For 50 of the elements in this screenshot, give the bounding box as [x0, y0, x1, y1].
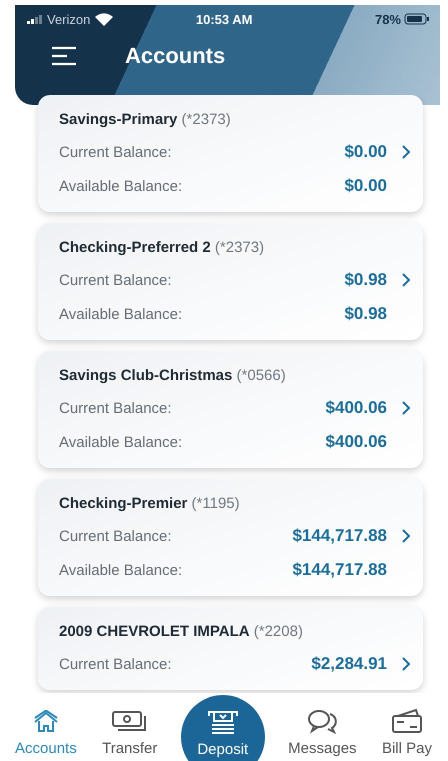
- chat-icon: [306, 708, 338, 734]
- status-time: 10:53 AM: [194, 12, 254, 26]
- account-name: Savings-Primary (*2373): [59, 111, 232, 128]
- credit-card-icon: [390, 708, 424, 734]
- balance-amount: $0.98: [344, 270, 387, 290]
- balance-label: Current Balance:: [59, 528, 173, 544]
- account-card[interactable]: Checking-Premier (*1195) Current Balance: $144,717.88 Available Balance: $144,717.88: [38, 479, 423, 596]
- balance-label: Current Balance:: [59, 272, 173, 288]
- balance-label: Available Balance:: [59, 306, 184, 322]
- account-name: Checking-Preferred 2 (*2373): [59, 239, 266, 256]
- account-card[interactable]: Checking-Preferred 2 (*2373) Current Balance: $0.98 Available Balance: $0.98: [38, 223, 423, 340]
- chevron-right-icon: [401, 144, 411, 160]
- balance-amount: $2,284.91: [311, 654, 387, 674]
- carrier-name: Verizon: [47, 12, 90, 26]
- chevron-right-icon: [401, 400, 411, 416]
- account-card[interactable]: Savings Club-Christmas (*0566) Current Balance: $400.06 Available Balance: $400.06: [38, 351, 423, 468]
- balance-amount: $400.06: [326, 432, 387, 452]
- tab-bar-item[interactable]: Accounts: [13, 710, 79, 757]
- page-title: Accounts: [125, 43, 226, 69]
- account-name: Checking-Premier (*1195): [59, 495, 241, 512]
- balance-amount: $144,717.88: [292, 560, 387, 580]
- balance-label: Available Balance:: [59, 178, 184, 194]
- balance-label: Current Balance:: [59, 400, 173, 416]
- tab-bar-item[interactable]: Bill Pay: [380, 708, 434, 757]
- balance-label: Available Balance:: [59, 562, 184, 578]
- account-card[interactable]: 2009 CHEVROLET IMPALA (*2208) Current Balance: $2,284.91: [38, 607, 423, 690]
- atm-icon: [206, 711, 240, 735]
- balance-label: Current Balance:: [59, 144, 173, 160]
- tab-bar-item[interactable]: Messages: [286, 708, 359, 757]
- signal-icon: [27, 14, 43, 24]
- menu-icon[interactable]: [51, 46, 77, 66]
- chevron-right-icon: [401, 528, 411, 544]
- tab-bar-item[interactable]: Transfer: [100, 710, 160, 757]
- chevron-right-icon: [401, 272, 411, 288]
- balance-amount: $0.00: [344, 176, 387, 196]
- chevron-right-icon: [401, 656, 411, 672]
- wifi-icon: [95, 12, 114, 26]
- account-name: Savings Club-Christmas (*0566): [59, 367, 287, 384]
- tab-bar-item[interactable]: Deposit: [180, 695, 265, 761]
- battery-percent: 78%: [374, 12, 401, 26]
- balance-amount: $144,717.88: [292, 526, 387, 546]
- balance-label: Available Balance:: [59, 434, 184, 450]
- balance-amount: $0.00: [344, 142, 387, 162]
- balance-amount: $400.06: [326, 398, 387, 418]
- home-icon: [32, 710, 60, 734]
- balance-amount: $0.98: [344, 304, 387, 324]
- account-name: 2009 CHEVROLET IMPALA (*2208): [59, 623, 304, 640]
- battery-icon: [404, 13, 430, 25]
- account-card[interactable]: Savings-Primary (*2373) Current Balance: $0.00 Available Balance: $0.00: [38, 95, 423, 212]
- balance-label: Current Balance:: [59, 656, 173, 672]
